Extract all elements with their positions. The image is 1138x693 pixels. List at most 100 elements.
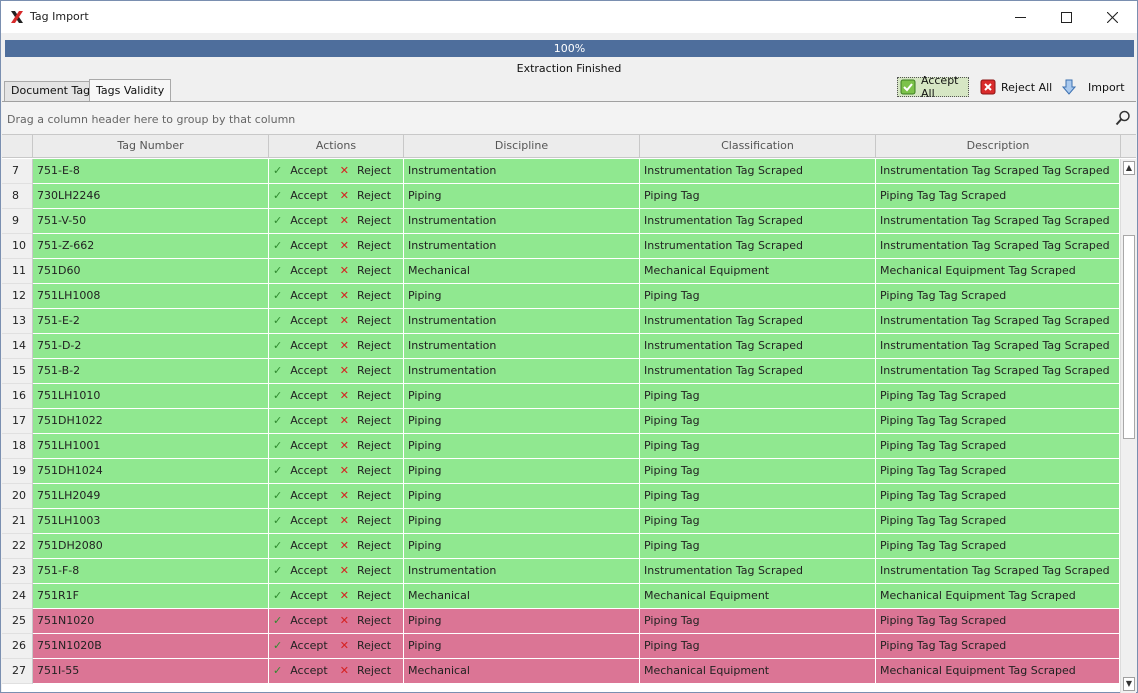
discipline-cell[interactable]: Mechanical — [404, 584, 640, 609]
accept-button[interactable]: ✓ Accept — [273, 184, 328, 208]
classification-cell[interactable]: Piping Tag — [640, 184, 876, 209]
accept-button[interactable]: ✓ Accept — [273, 559, 328, 583]
accept-button[interactable]: ✓ Accept — [273, 459, 328, 483]
close-button[interactable] — [1089, 1, 1135, 33]
tag-cell[interactable]: 730LH2246 — [33, 184, 269, 209]
tag-cell[interactable]: 751-E-8 — [33, 159, 269, 184]
classification-cell[interactable]: Instrumentation Tag Scraped — [640, 309, 876, 334]
discipline-cell[interactable]: Piping — [404, 609, 640, 634]
discipline-cell[interactable]: Instrumentation — [404, 159, 640, 184]
accept-button[interactable]: ✓ Accept — [273, 234, 328, 258]
discipline-cell[interactable]: Piping — [404, 459, 640, 484]
import-button[interactable]: Import — [1061, 77, 1125, 97]
classification-cell[interactable]: Instrumentation Tag Scraped — [640, 159, 876, 184]
tag-cell[interactable]: 751LH1003 — [33, 509, 269, 534]
tag-cell[interactable]: 751LH1008 — [33, 284, 269, 309]
table-row[interactable]: 22 751DH2080 ✓ Accept ✕ Reject Piping Piping Ta… — [2, 534, 1120, 559]
accept-button[interactable]: ✓ Accept — [273, 159, 328, 183]
tab-tags-validity[interactable]: Tags Validity — [89, 79, 172, 101]
column-header-description[interactable]: Description — [876, 135, 1121, 158]
discipline-cell[interactable]: Piping — [404, 434, 640, 459]
table-row[interactable]: 27 751I-55 ✓ Accept ✕ Reject Mechanical Mechani… — [2, 659, 1120, 684]
tag-cell[interactable]: 751-V-50 — [33, 209, 269, 234]
reject-button[interactable]: ✕ Reject — [340, 184, 391, 208]
reject-button[interactable]: ✕ Reject — [340, 434, 391, 458]
description-cell[interactable]: Mechanical Equipment Tag Scraped — [876, 584, 1120, 609]
group-panel[interactable]: Drag a column header here to group by th… — [2, 102, 1136, 135]
discipline-cell[interactable]: Piping — [404, 534, 640, 559]
accept-button[interactable]: ✓ Accept — [273, 259, 328, 283]
description-cell[interactable]: Instrumentation Tag Scraped Tag Scraped — [876, 309, 1120, 334]
tag-cell[interactable]: 751LH1001 — [33, 434, 269, 459]
table-row[interactable]: 16 751LH1010 ✓ Accept ✕ Reject Piping Piping Ta… — [2, 384, 1120, 409]
classification-cell[interactable]: Piping Tag — [640, 434, 876, 459]
description-cell[interactable]: Piping Tag Tag Scraped — [876, 284, 1120, 309]
maximize-button[interactable] — [1043, 1, 1089, 33]
table-row[interactable]: 7 751-E-8 ✓ Accept ✕ Reject Instrumentation Ins… — [2, 159, 1120, 184]
classification-cell[interactable]: Mechanical Equipment — [640, 584, 876, 609]
accept-button[interactable]: ✓ Accept — [273, 484, 328, 508]
accept-all-button[interactable]: Accept All — [897, 74, 969, 100]
reject-button[interactable]: ✕ Reject — [340, 209, 391, 233]
description-cell[interactable]: Instrumentation Tag Scraped Tag Scraped — [876, 559, 1120, 584]
discipline-cell[interactable]: Piping — [404, 484, 640, 509]
tag-cell[interactable]: 751-B-2 — [33, 359, 269, 384]
discipline-cell[interactable]: Instrumentation — [404, 334, 640, 359]
discipline-cell[interactable]: Instrumentation — [404, 309, 640, 334]
description-cell[interactable]: Instrumentation Tag Scraped Tag Scraped — [876, 209, 1120, 234]
accept-button[interactable]: ✓ Accept — [273, 509, 328, 533]
tag-cell[interactable]: 751LH1010 — [33, 384, 269, 409]
table-row[interactable]: 8 730LH2246 ✓ Accept ✕ Reject Piping Piping Tag… — [2, 184, 1120, 209]
classification-cell[interactable]: Instrumentation Tag Scraped — [640, 559, 876, 584]
table-row[interactable]: 11 751D60 ✓ Accept ✕ Reject Mechanical Mechanic… — [2, 259, 1120, 284]
table-row[interactable]: 14 751-D-2 ✓ Accept ✕ Reject Instrumentation In… — [2, 334, 1120, 359]
description-cell[interactable]: Piping Tag Tag Scraped — [876, 434, 1120, 459]
description-cell[interactable]: Mechanical Equipment Tag Scraped — [876, 659, 1120, 684]
table-row[interactable]: 15 751-B-2 ✓ Accept ✕ Reject Instrumentation In… — [2, 359, 1120, 384]
reject-button[interactable]: ✕ Reject — [340, 309, 391, 333]
accept-button[interactable]: ✓ Accept — [273, 384, 328, 408]
accept-button[interactable]: ✓ Accept — [273, 609, 328, 633]
discipline-cell[interactable]: Piping — [404, 634, 640, 659]
tag-cell[interactable]: 751DH1024 — [33, 459, 269, 484]
table-row[interactable]: 24 751R1F ✓ Accept ✕ Reject Mechanical Mechanic… — [2, 584, 1120, 609]
classification-cell[interactable]: Instrumentation Tag Scraped — [640, 359, 876, 384]
classification-cell[interactable]: Piping Tag — [640, 484, 876, 509]
search-icon[interactable] — [1115, 110, 1131, 126]
vertical-scrollbar[interactable]: ▲ ▼ — [1120, 159, 1136, 693]
classification-cell[interactable]: Piping Tag — [640, 609, 876, 634]
reject-button[interactable]: ✕ Reject — [340, 459, 391, 483]
tag-cell[interactable]: 751LH2049 — [33, 484, 269, 509]
accept-button[interactable]: ✓ Accept — [273, 359, 328, 383]
table-row[interactable]: 9 751-V-50 ✓ Accept ✕ Reject Instrumentation In… — [2, 209, 1120, 234]
accept-button[interactable]: ✓ Accept — [273, 284, 328, 308]
classification-cell[interactable]: Piping Tag — [640, 409, 876, 434]
table-row[interactable]: 20 751LH2049 ✓ Accept ✕ Reject Piping Piping Ta… — [2, 484, 1120, 509]
accept-button[interactable]: ✓ Accept — [273, 534, 328, 558]
table-row[interactable]: 21 751LH1003 ✓ Accept ✕ Reject Piping Piping Ta… — [2, 509, 1120, 534]
description-cell[interactable]: Piping Tag Tag Scraped — [876, 609, 1120, 634]
reject-button[interactable]: ✕ Reject — [340, 334, 391, 358]
classification-cell[interactable]: Piping Tag — [640, 534, 876, 559]
table-row[interactable]: 12 751LH1008 ✓ Accept ✕ Reject Piping Piping Ta… — [2, 284, 1120, 309]
accept-button[interactable]: ✓ Accept — [273, 659, 328, 683]
accept-button[interactable]: ✓ Accept — [273, 434, 328, 458]
tag-cell[interactable]: 751-D-2 — [33, 334, 269, 359]
reject-button[interactable]: ✕ Reject — [340, 534, 391, 558]
reject-button[interactable]: ✕ Reject — [340, 584, 391, 608]
tag-cell[interactable]: 751N1020 — [33, 609, 269, 634]
classification-cell[interactable]: Instrumentation Tag Scraped — [640, 334, 876, 359]
classification-cell[interactable]: Piping Tag — [640, 509, 876, 534]
classification-cell[interactable]: Mechanical Equipment — [640, 659, 876, 684]
accept-button[interactable]: ✓ Accept — [273, 309, 328, 333]
reject-button[interactable]: ✕ Reject — [340, 284, 391, 308]
discipline-cell[interactable]: Instrumentation — [404, 209, 640, 234]
scroll-thumb[interactable] — [1123, 235, 1135, 439]
tag-cell[interactable]: 751-E-2 — [33, 309, 269, 334]
tag-cell[interactable]: 751DH1022 — [33, 409, 269, 434]
tag-cell[interactable]: 751DH2080 — [33, 534, 269, 559]
discipline-cell[interactable]: Piping — [404, 284, 640, 309]
column-header-actions[interactable]: Actions — [269, 135, 404, 158]
table-row[interactable]: 26 751N1020B ✓ Accept ✕ Reject Piping Piping Ta… — [2, 634, 1120, 659]
reject-button[interactable]: ✕ Reject — [340, 259, 391, 283]
